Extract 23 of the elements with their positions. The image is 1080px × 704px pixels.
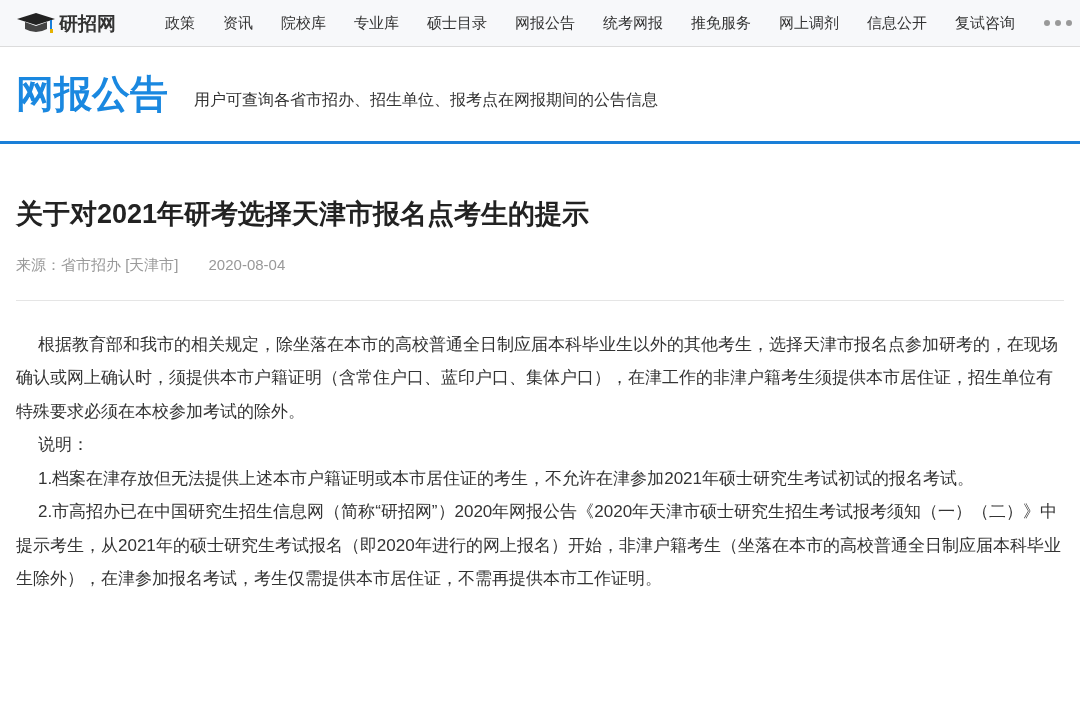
site-logo-text[interactable]: 研招网: [59, 8, 116, 38]
section-title: 网报公告: [16, 71, 168, 117]
article-paragraph: 说明：: [37, 434, 90, 456]
article-date: 2020-08-04: [208, 255, 286, 275]
nav-link[interactable]: 统考网报: [603, 11, 663, 35]
article-paragraph: 2.市高招办已在中国研究生招生信息网（简称“研招网”）2020年网报公告《2020年天津市硕士研究生招生考试报考须知（一）（二）》中提示考生，从2021年的硕士研究生考试报名（即2020年进行的网上报名）开始，非津户籍考生（坐落在本市的高校普通全日制应届本科毕业生除外），在津参加报名考试，考生仅需提供本市居住证，不需再提供本市工作证明。: [16, 501, 1062, 590]
section-subtitle: 用户可查询各省市招办、招生单位、报考点在网报期间的公告信息: [194, 90, 658, 110]
nav-link[interactable]: 网上调剂: [779, 11, 839, 35]
nav-link[interactable]: 网报公告: [515, 11, 575, 35]
nav-link[interactable]: 推免服务: [691, 11, 751, 35]
graduation-cap-icon: [17, 11, 55, 35]
nav-link[interactable]: 复试咨询: [955, 11, 1015, 35]
nav-link[interactable]: 政策: [165, 11, 195, 35]
nav-link[interactable]: 硕士目录: [427, 11, 487, 35]
article-title: 关于对2021年研考选择天津市报名点考生的提示: [16, 198, 591, 231]
article-paragraph: 1.档案在津存放但无法提供上述本市户籍证明或本市居住证的考生，不允许在津参加2021年硕士研究生考试初试的报名考试。: [37, 467, 975, 490]
article-source: 来源：省市招办 [天津市]: [16, 255, 179, 275]
nav-link[interactable]: 院校库: [281, 11, 326, 35]
nav-link[interactable]: 资讯: [223, 11, 253, 35]
article-paragraph: 根据教育部和我市的相关规定，除坐落在本市的高校普通全日制应届本科毕业生以外的其他考生，选择天津市报名点参加研考的，在现场确认或网上确认时，须提供本市户籍证明（含常住户口、蓝印户口、集体户口），在津工作的非津户籍考生须提供本市居住证，招生单位有特殊要求必须在本校参加考试的除外。: [16, 333, 1059, 423]
nav-link[interactable]: 信息公开: [867, 11, 927, 35]
nav-link[interactable]: 专业库: [354, 11, 399, 35]
more-icon[interactable]: [1043, 19, 1073, 27]
